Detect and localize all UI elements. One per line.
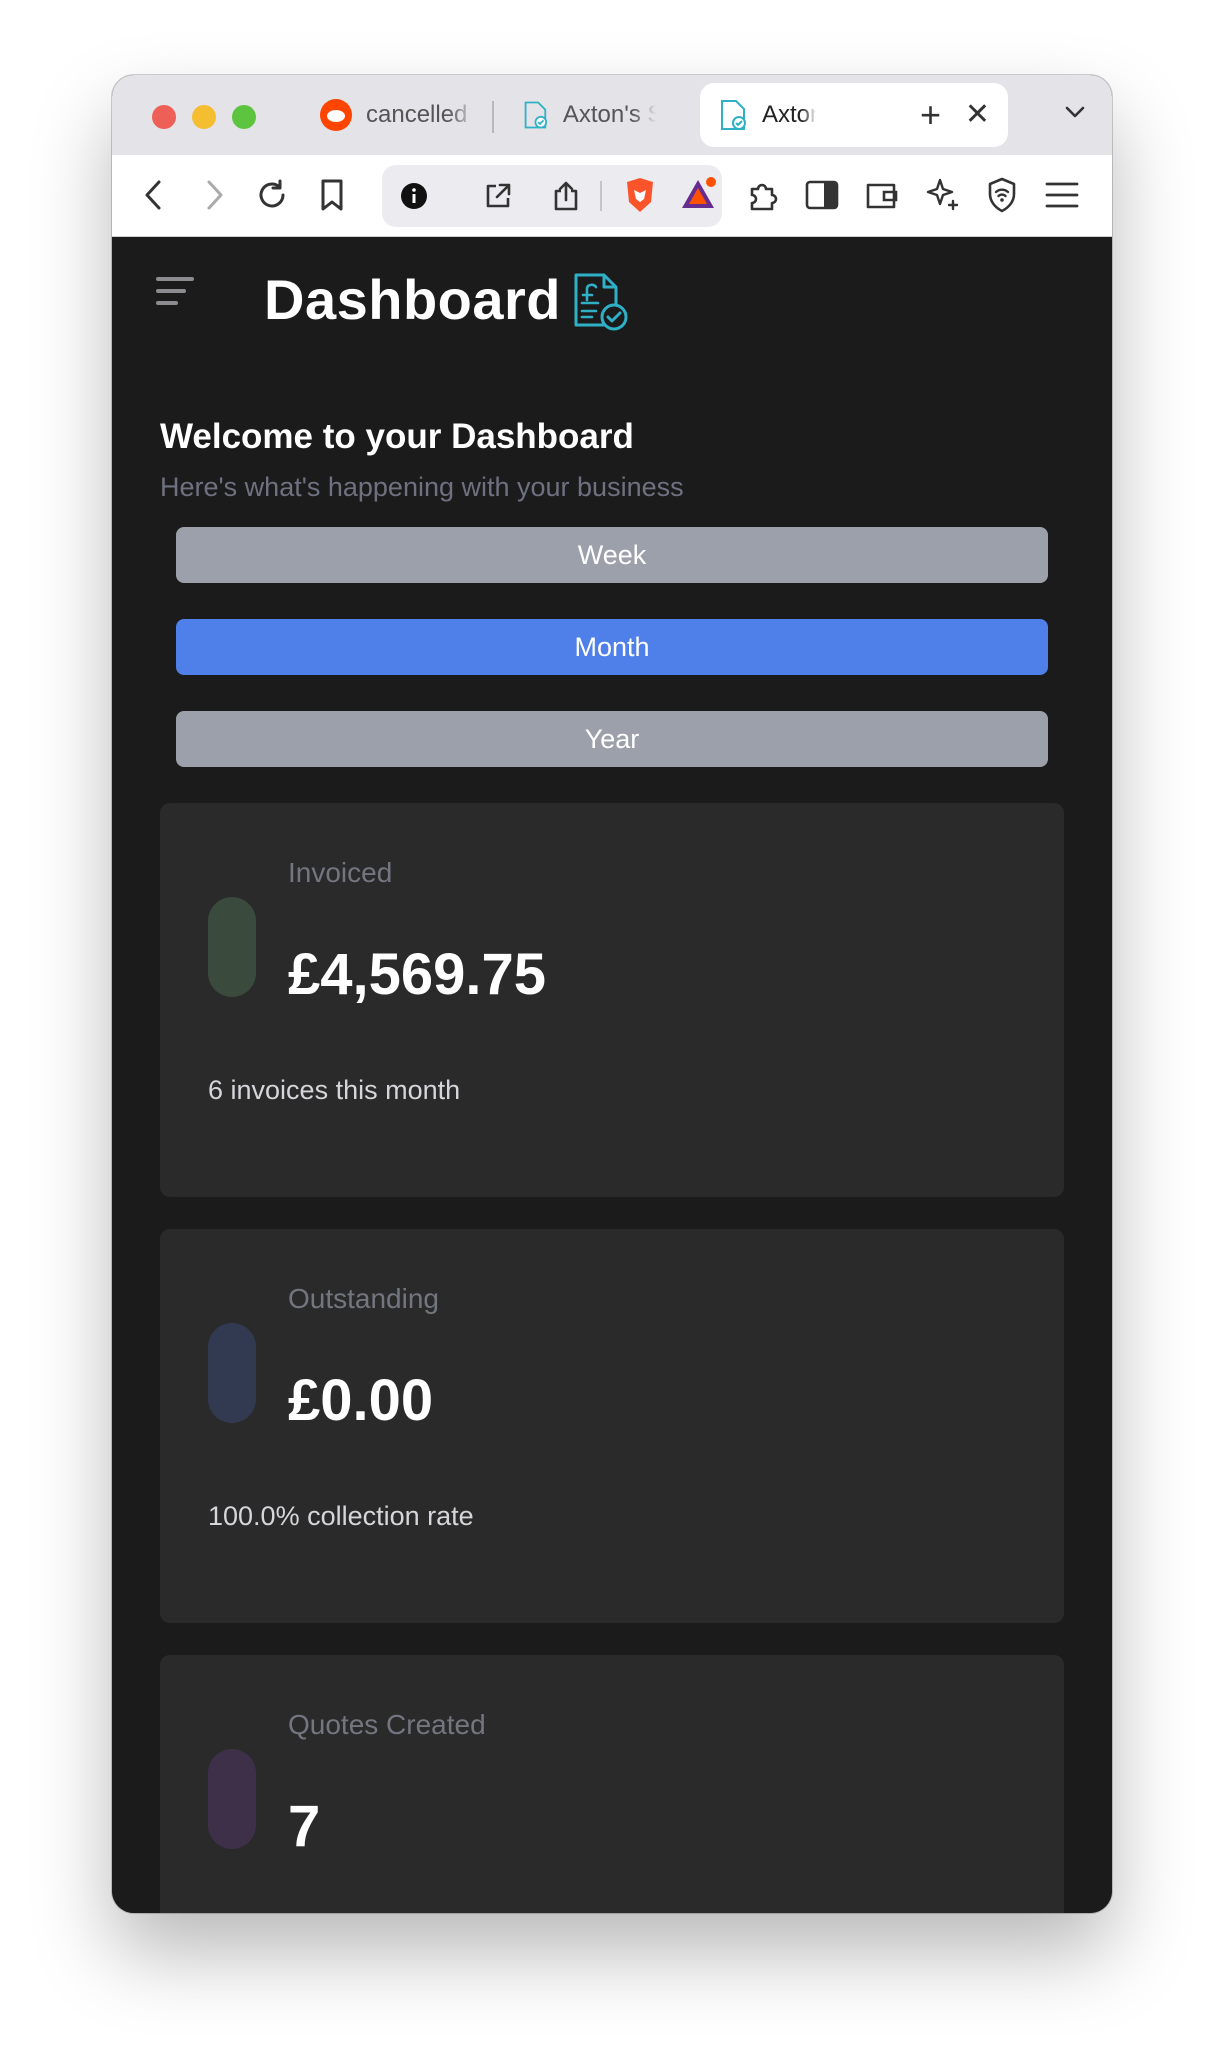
card-label: Outstanding [288,1283,439,1314]
invoice-favicon-icon [721,100,746,130]
minimize-window-button[interactable] [192,105,216,129]
card-label: Quotes Created [288,1709,486,1740]
browser-window: cancelled Axton's S Axton's S ✕ + [112,75,1112,1913]
chevron-down-icon[interactable] [1062,99,1088,125]
close-tab-icon[interactable]: ✕ [965,99,990,131]
hamburger-menu-button[interactable] [156,277,196,311]
bookmark-icon[interactable] [312,175,352,215]
address-bar[interactable] [382,165,722,227]
tab-reddit[interactable]: cancelled [302,83,498,147]
tab-axtons-1[interactable]: Axton's S [504,83,674,147]
reload-icon[interactable] [252,175,292,215]
vpn-shield-icon[interactable] [982,175,1022,215]
stat-card-invoiced: Invoiced £4,569.75 6 invoices this month [160,803,1064,1197]
reddit-icon [320,99,352,131]
menu-line [156,289,186,293]
leo-ai-icon[interactable] [922,175,962,215]
welcome-subtitle: Here's what's happening with your busine… [160,472,684,502]
card-note: 100.0% collection rate [208,1501,474,1531]
open-external-icon[interactable] [478,176,518,216]
period-month-button[interactable]: Month [176,619,1048,675]
back-icon[interactable] [134,175,174,215]
card-note: 6 invoices this month [208,1075,461,1105]
close-window-button[interactable] [152,105,176,129]
brave-shields-icon[interactable] [620,175,660,215]
tab-strip: cancelled Axton's S Axton's S ✕ + [112,75,1112,155]
zoom-window-button[interactable] [232,105,256,129]
menu-line [156,277,194,281]
new-tab-button[interactable]: + [920,89,941,141]
sidebar-toggle-icon[interactable] [802,175,842,215]
stat-card-quotes: Quotes Created 7 [160,1655,1064,1913]
tab-axtons-active[interactable]: Axton's S ✕ [700,83,1008,147]
extensions-icon[interactable] [742,175,782,215]
tab-label: Axton's S [562,101,656,128]
browser-menu-icon[interactable] [1042,175,1082,215]
tab-label: cancelled [366,101,468,128]
card-value: £4,569.75 [288,942,547,1007]
stat-card-outstanding: Outstanding £0.00 100.0% collection rate [160,1229,1064,1623]
invoice-favicon-icon [524,101,548,129]
tab-label: Axton's S [762,101,816,128]
tab-divider [492,101,494,133]
dashboard-page: Dashboard Welcome to your Dashboard Here… [112,237,1112,1913]
card-label: Invoiced [288,857,393,888]
brave-rewards-icon[interactable] [678,175,718,215]
site-info-icon[interactable] [394,176,434,216]
card-accent-pill [208,897,256,997]
wallet-icon[interactable] [862,175,902,215]
card-value: £0.00 [288,1368,434,1433]
card-accent-pill [208,1323,256,1423]
urlbar-divider [600,181,602,211]
share-icon[interactable] [546,176,586,216]
page-title: Dashboard [264,268,561,331]
period-week-button[interactable]: Week [176,527,1048,583]
menu-line [156,301,178,305]
invoice-pound-check-icon [574,273,628,331]
browser-toolbar [112,155,1112,237]
forward-icon[interactable] [194,175,234,215]
welcome-heading: Welcome to your Dashboard [160,417,634,456]
card-accent-pill [208,1749,256,1849]
period-year-button[interactable]: Year [176,711,1048,767]
card-value: 7 [288,1794,321,1859]
